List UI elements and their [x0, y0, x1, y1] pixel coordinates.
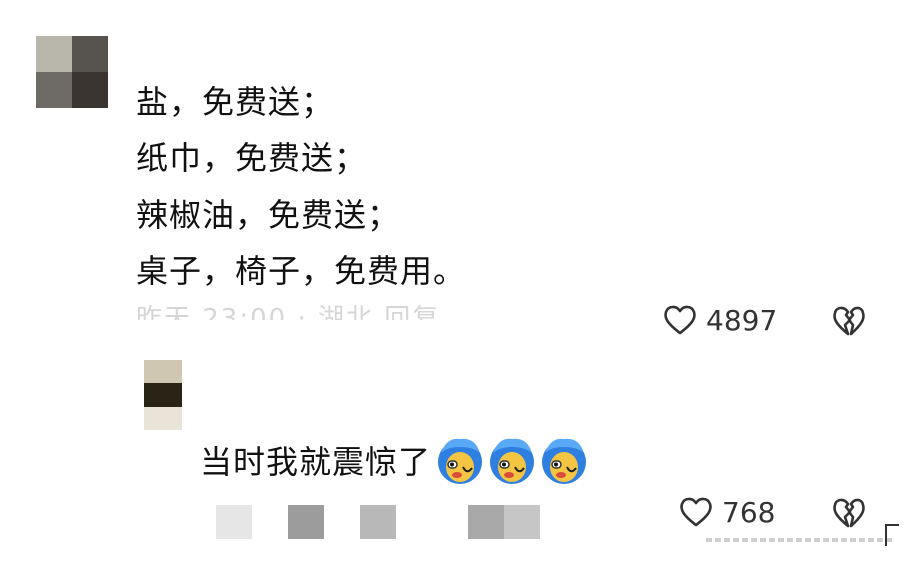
comment-text-line: 桌子，椅子，免费用。 — [136, 252, 467, 290]
emoji-group — [433, 433, 589, 487]
watermark-strip — [706, 538, 894, 542]
comment-text-line: 盐，免费送； — [136, 83, 335, 121]
watermark-corner — [885, 524, 899, 546]
redacted-meta-block — [504, 505, 540, 539]
like-count: 768 — [722, 495, 776, 529]
redacted-meta-block — [360, 505, 396, 539]
redacted-meta-block — [468, 505, 504, 539]
comment-text-line: 辣椒油，免费送； — [136, 196, 401, 234]
redacted-meta-block — [288, 505, 324, 539]
like-button[interactable]: 4897 — [662, 302, 777, 338]
reply-text-content: 当时我就震惊了 — [200, 443, 432, 481]
blue-hair-laughing-emoji-icon — [490, 438, 535, 484]
blue-hair-laughing-emoji-icon — [438, 438, 483, 484]
avatar[interactable] — [144, 360, 182, 430]
comment-text-line: 纸巾，免费送； — [136, 139, 368, 177]
blue-hair-laughing-emoji-icon — [542, 438, 587, 484]
like-count: 4897 — [706, 303, 778, 337]
bottom-fade-overlay — [700, 528, 913, 562]
redacted-meta-block — [216, 505, 252, 539]
comment-screen: 盐，免费送； 纸巾，免费送； 辣椒油，免费送； 桌子，椅子，免费用。 昨天 23… — [0, 0, 913, 562]
avatar[interactable] — [36, 36, 108, 108]
reply-text: 当时我就震惊了 — [200, 433, 589, 487]
broken-heart-icon[interactable] — [831, 495, 867, 531]
heart-outline-icon — [680, 497, 712, 527]
comment-meta: 昨天 23:00 · 湖北 回复 — [136, 304, 441, 320]
heart-outline-icon — [664, 305, 696, 335]
broken-heart-icon[interactable] — [831, 303, 867, 339]
like-button[interactable]: 768 — [678, 494, 775, 530]
